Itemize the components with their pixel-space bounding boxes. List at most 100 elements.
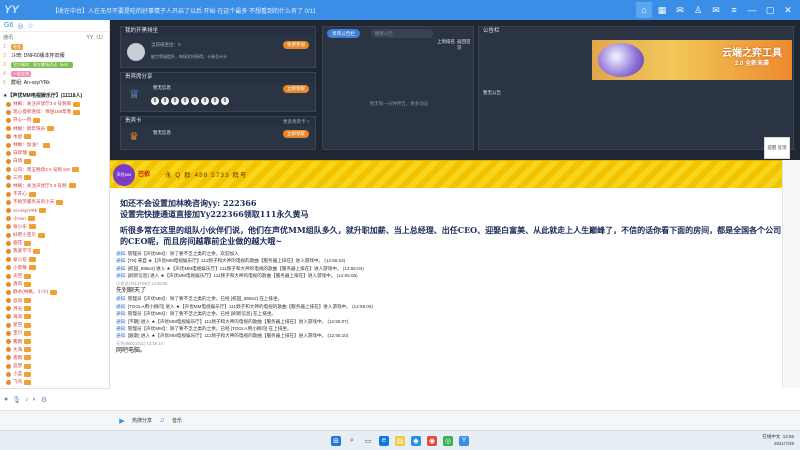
task-view-icon[interactable]: ▭: [363, 436, 373, 446]
user-list-item[interactable]: 现心提师连续：保送109年我: [0, 108, 109, 116]
target-icon[interactable]: ◎: [17, 22, 23, 30]
user-list-item[interactable]: 三月: [0, 174, 109, 182]
user-avatar-icon: [6, 371, 11, 377]
user-list-item[interactable]: 翠小花: [0, 256, 109, 264]
user-name: 林枫：加油！: [13, 142, 41, 148]
sidebar-tool-g6[interactable]: G6: [4, 22, 13, 29]
user-list-item[interactable]: 林枫：新年快乐: [0, 125, 109, 133]
user-list-item[interactable]: 木星: [0, 133, 109, 141]
minimize-icon[interactable]: —: [744, 2, 760, 18]
message-tag: 通知:: [116, 251, 127, 256]
user-name: 月光: [13, 305, 23, 311]
chat-area: 如还不会设置加林晚咨询yy: 222366 设置完快捷通道直接加Yy222366…: [110, 188, 782, 388]
user-list-item[interactable]: 月光: [0, 305, 109, 313]
rank-label: 官方福利：周五晚场活动（6/8）: [11, 61, 73, 68]
user-avatar-icon: [6, 191, 11, 197]
user-list-item[interactable]: 林枫：关注声优厅3 0 号频率: [0, 100, 109, 108]
mic-icon[interactable]: 🎙: [12, 396, 21, 404]
rank-item[interactable]: 5 群组: An-ssy/YRk: [0, 78, 109, 87]
menu-icon[interactable]: ≡: [726, 2, 742, 18]
user-list-item[interactable]: 白玫瑰: [0, 149, 109, 157]
edge-icon[interactable]: e: [379, 435, 389, 446]
rank-item[interactable]: 1 老总: [0, 42, 109, 51]
close-icon[interactable]: ✕: [780, 2, 796, 18]
user-list-item[interactable]: 星空: [0, 321, 109, 329]
store-icon[interactable]: ◆: [411, 435, 421, 446]
app-icon[interactable]: ◉: [427, 435, 437, 446]
rank-item[interactable]: 2 斗琦: DNF60版本怀旧服: [0, 51, 109, 60]
user-list-item[interactable]: 雾雨: [0, 337, 109, 345]
user-level-badge: [33, 117, 41, 123]
star-icon[interactable]: ☆: [27, 22, 33, 30]
user-list-item[interactable]: 林枫：关注声优厅3 0 号频: [0, 182, 109, 190]
music-label[interactable]: 音乐: [172, 417, 182, 424]
user-list-item[interactable]: 不开心: [0, 190, 109, 198]
avatar-icon[interactable]: ●: [4, 396, 8, 403]
search-icon[interactable]: ⌕: [347, 436, 357, 446]
user-list-item[interactable]: 烟花: [0, 239, 109, 247]
user-list-item[interactable]: 清风: [0, 280, 109, 288]
user-list-item[interactable]: 白鸽: [0, 157, 109, 165]
user-list-item[interactable]: 追风: [0, 297, 109, 305]
message-text: 先别聊天了: [116, 288, 147, 295]
user-list-item[interactable]: 小Ann: [0, 215, 109, 223]
rank-item[interactable]: 3 官方福利：周五晚场活动（6/8）: [0, 60, 109, 69]
tab-board[interactable]: 贵宾公告栏: [327, 29, 360, 38]
avatar: [127, 43, 145, 61]
message-tag: 通知:: [116, 318, 127, 324]
home-link[interactable]: 返回首页: [457, 39, 473, 51]
join-button[interactable]: 免费参加: [283, 41, 309, 49]
chat-icon[interactable]: ✉: [672, 2, 688, 18]
announce-qq: 永 Q 群 488 5733 群号: [165, 172, 248, 179]
user-list-item[interactable]: 大海: [0, 346, 109, 354]
share-icon[interactable]: ▶: [118, 417, 126, 425]
maximize-icon[interactable]: ▢: [762, 2, 778, 18]
user-list-item[interactable]: 海浪: [0, 313, 109, 321]
volume-icon[interactable]: ◐: [33, 396, 37, 403]
speaker-icon[interactable]: ♪: [25, 396, 29, 403]
chat-message: 先别聊天了: [110, 287, 782, 295]
user-list-item[interactable]: 天空: [0, 272, 109, 280]
start-icon[interactable]: ⊞: [331, 435, 341, 446]
user-list-item[interactable]: 小草莓: [0, 264, 109, 272]
user-list-item[interactable]: 宝贝: [0, 329, 109, 337]
hot-share-label[interactable]: 热搜分享: [132, 417, 152, 424]
music-icon[interactable]: ♫: [158, 417, 166, 425]
user-list-item[interactable]: 好吧小宝贝: [0, 231, 109, 239]
home-icon[interactable]: ⌂: [636, 2, 652, 18]
grid-icon[interactable]: ▦: [654, 2, 670, 18]
user-list-item[interactable]: 公司：周五晚场3 0 号频 6/8: [0, 166, 109, 174]
yy-icon[interactable]: Y: [459, 435, 469, 446]
claim-button[interactable]: 立即领取: [283, 130, 309, 138]
claim-button[interactable]: 立即领取: [283, 85, 309, 93]
wechat-icon[interactable]: ◎: [443, 435, 453, 446]
user-list-item[interactable]: 张小乐: [0, 223, 109, 231]
user-list-item[interactable]: 不搞笑服务员的小天: [0, 198, 109, 206]
user-list-item[interactable]: 小蓝: [0, 370, 109, 378]
user-list-item[interactable]: 夜雨: [0, 354, 109, 362]
mail-icon[interactable]: ✉: [708, 2, 724, 18]
channel-title[interactable]: ★【声优MM电视娱乐厅】(11118人): [0, 90, 109, 100]
user-list-item[interactable]: 静水(林枫，小小): [0, 288, 109, 296]
more-vip-link[interactable]: 更多贵宾卡 >: [283, 119, 309, 125]
chat-scrollbar[interactable]: [782, 160, 800, 388]
digit: 0: [181, 97, 189, 105]
ime-indicator[interactable]: 在线中文: [762, 434, 780, 439]
user-name: 白玫瑰: [13, 150, 27, 156]
user-list-item[interactable]: 林枫：加油！: [0, 141, 109, 149]
search-input[interactable]: 搜索公告: [371, 29, 433, 38]
user-list-item[interactable]: 飞鸟: [0, 378, 109, 386]
settings-icon[interactable]: ⚙: [41, 396, 47, 404]
rank-item[interactable]: 4 一起交流: [0, 69, 109, 78]
shirt-icon[interactable]: ♙: [690, 2, 706, 18]
vip-share-card: 贵宾席分享 ♕ 暂无信息 0 0 0 0 0 0 0 0 立即领取: [120, 72, 316, 112]
last-week-link[interactable]: 上周排名: [437, 39, 455, 45]
folder-icon[interactable]: ▤: [395, 435, 405, 446]
user-list-item[interactable]: 追梦: [0, 362, 109, 370]
feedback-button[interactable]: 提醒 反馈: [764, 137, 790, 159]
user-list-item[interactable]: An-ssy/YRk: [0, 206, 109, 214]
ad-banner[interactable]: 云端之弈工具 2.0 全新来袭: [592, 40, 792, 80]
user-list-item[interactable]: 开心一刻: [0, 116, 109, 124]
user-list-item[interactable]: 我爱学习: [0, 247, 109, 255]
channel-sidebar: G6 ◎ ☆ 通讯 YY（1） 1 老总 2 斗琦: DNF60版本怀旧服 3 官方福…: [0, 20, 110, 410]
